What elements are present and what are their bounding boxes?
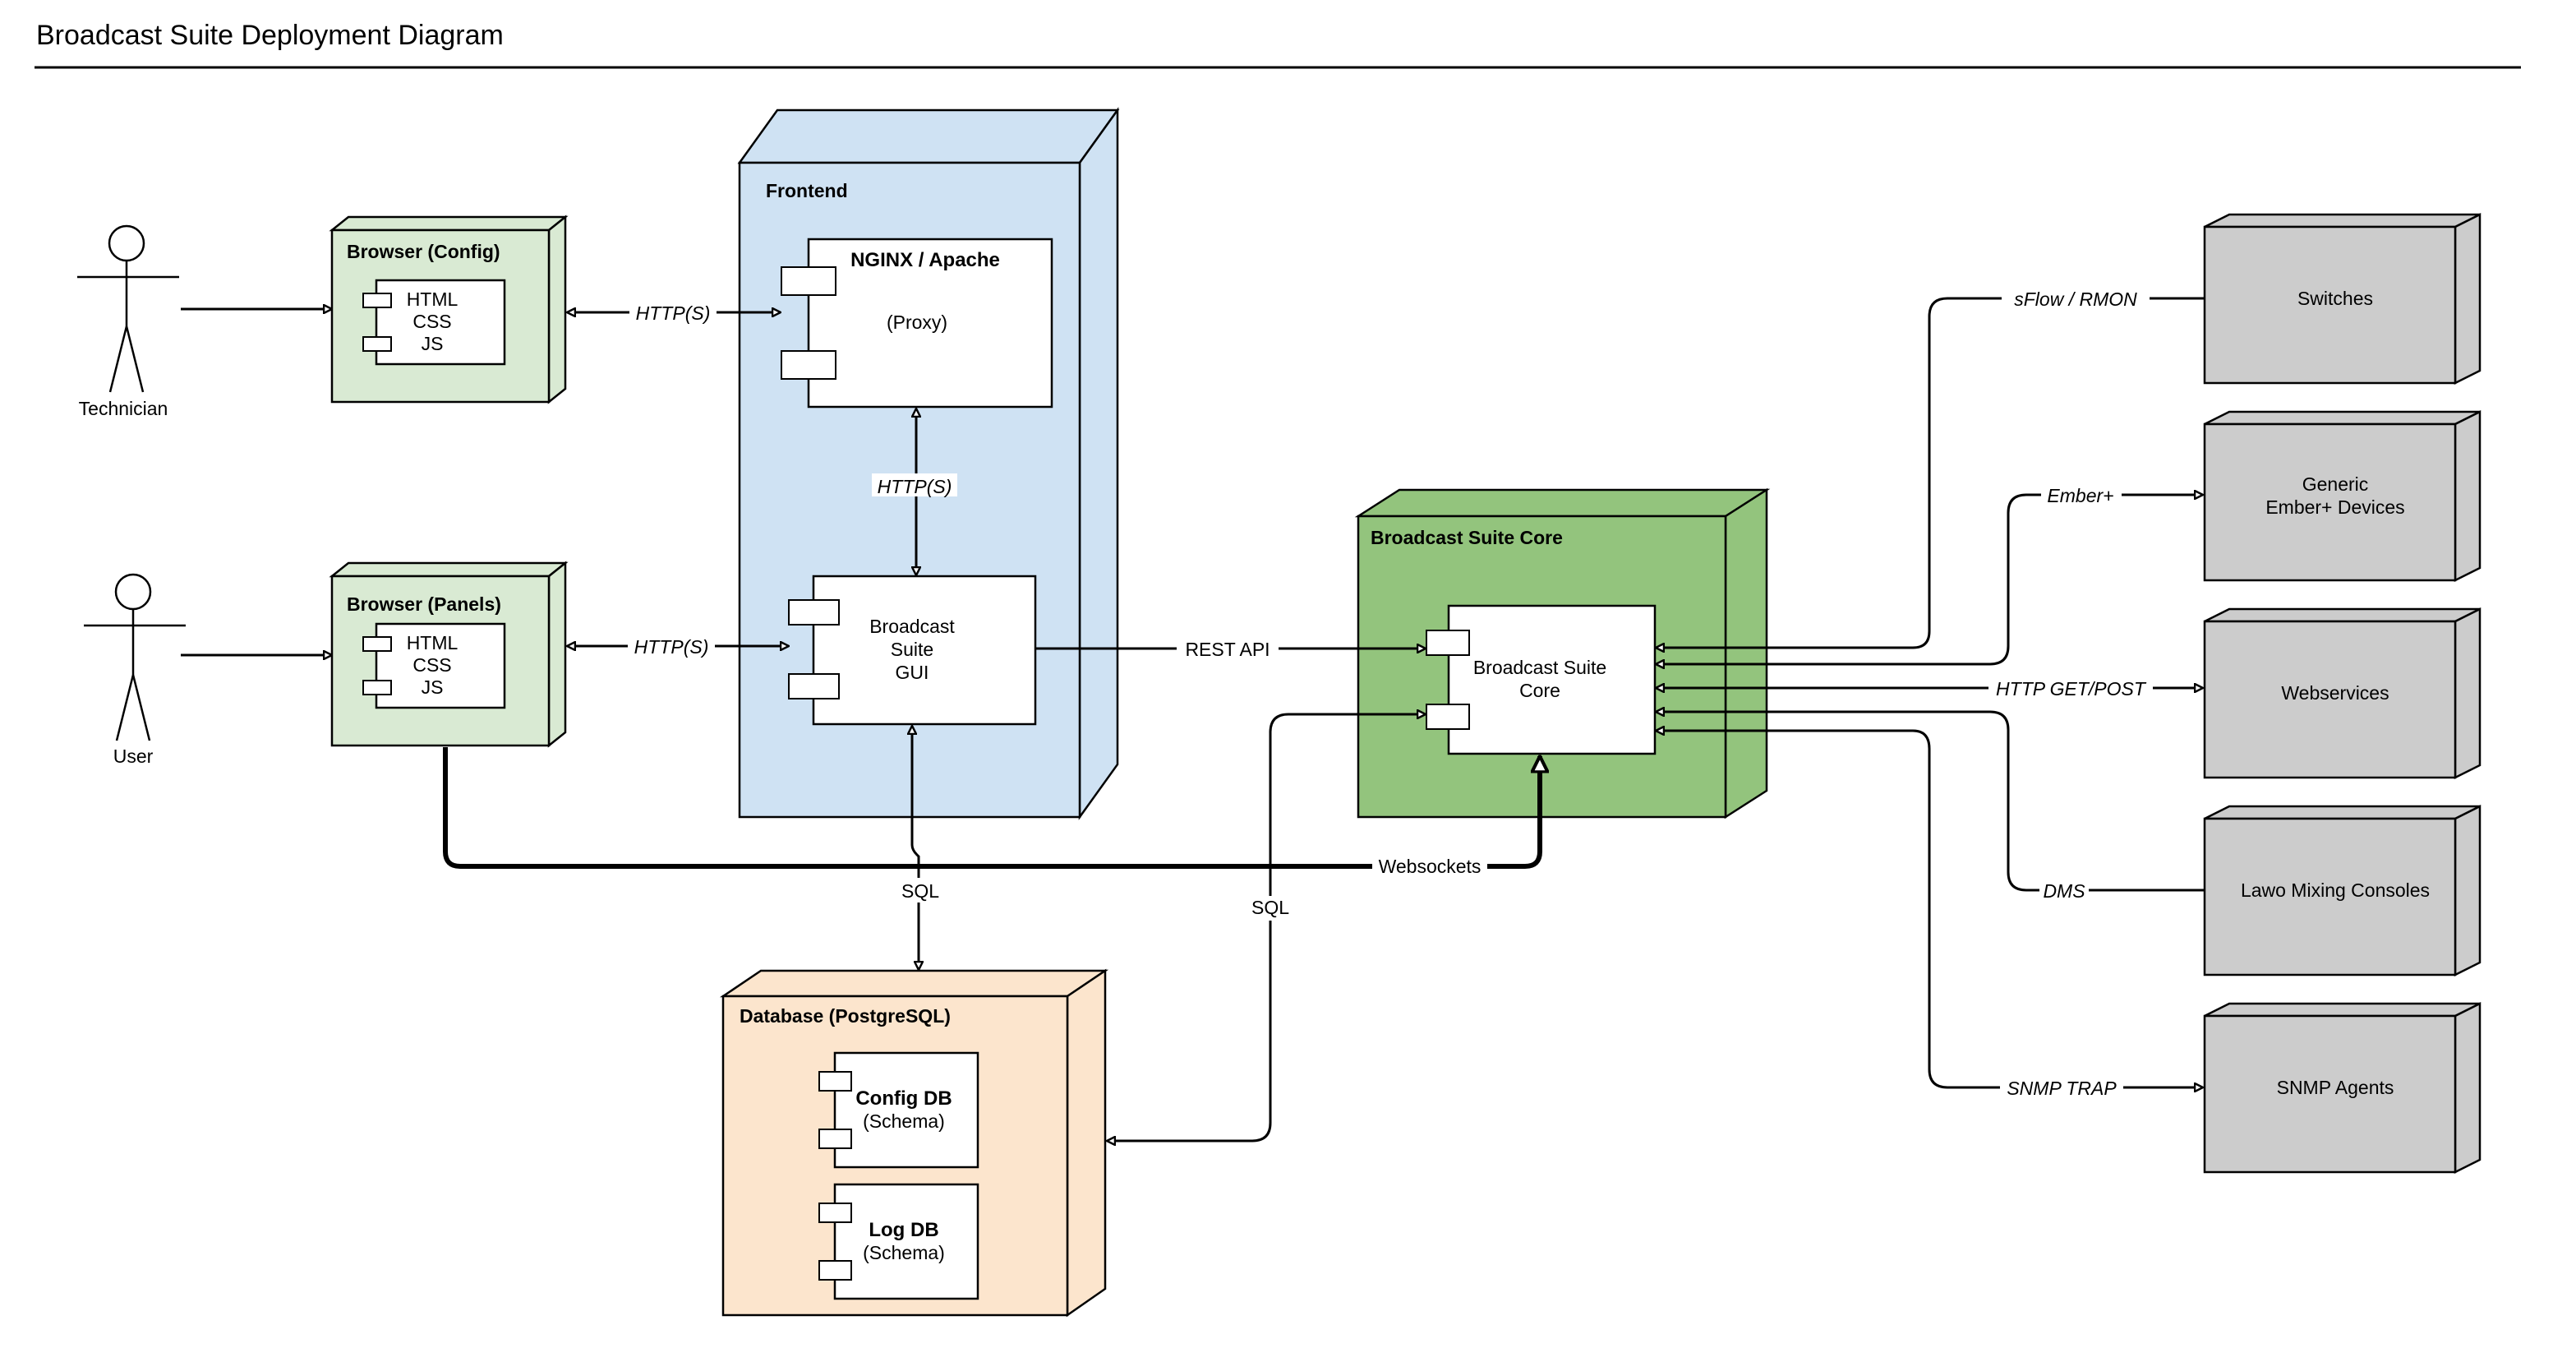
component-port-icon [1426, 704, 1470, 730]
component-subtitle: (Schema) [863, 1110, 945, 1132]
device-label: Lawo Mixing Consoles [2241, 879, 2430, 901]
node-title: Frontend [766, 180, 848, 201]
component-port-icon [818, 1203, 852, 1223]
component-port-icon [781, 266, 836, 296]
component-line: Broadcast Suite [1473, 657, 1606, 678]
component-line: JS [422, 676, 444, 698]
device-lawo[interactable]: Lawo Mixing Consoles [2203, 804, 2482, 977]
node-title: Broadcast Suite Core [1371, 527, 1563, 548]
component-line: Suite [891, 639, 933, 660]
edge-label: HTTP GET/POST [1996, 678, 2147, 699]
component-title: Config DB [855, 1087, 952, 1110]
device-ember[interactable]: Generic Ember+ Devices [2203, 409, 2482, 583]
component-log-db[interactable]: Log DB (Schema) [818, 1183, 979, 1300]
component-core[interactable]: Broadcast Suite Core [1426, 604, 1657, 755]
actor-head-icon [108, 224, 145, 262]
component-port-icon [818, 1071, 852, 1092]
component-line: JS [422, 333, 444, 354]
node-title: Browser (Panels) [347, 593, 501, 615]
node-browser-config[interactable]: Browser (Config) HTML CSS JS [329, 215, 569, 404]
edge-label: sFlow / RMON [2014, 289, 2137, 310]
component-proxy[interactable]: NGINX / Apache (Proxy) [781, 238, 1053, 409]
component-port-icon [362, 293, 392, 308]
edge-label: SNMP TRAP [2007, 1078, 2117, 1099]
component-config-db[interactable]: Config DB (Schema) [818, 1051, 979, 1169]
node-browser-panels[interactable]: Browser (Panels) HTML CSS JS [329, 561, 569, 748]
component-port-icon [818, 1129, 852, 1149]
component-subtitle: (Proxy) [887, 312, 947, 333]
node-core[interactable]: Broadcast Suite Core Broadcast Suite Cor… [1354, 487, 1771, 819]
component-port-icon [362, 336, 392, 352]
device-snmp[interactable]: SNMP Agents [2203, 1001, 2482, 1175]
component-port-icon [818, 1260, 852, 1281]
device-webservices[interactable]: Webservices [2203, 607, 2482, 780]
node-title: Browser (Config) [347, 241, 500, 262]
component-title: Log DB [869, 1219, 938, 1241]
component-port-icon [1426, 630, 1470, 656]
component-line: Broadcast [869, 616, 955, 637]
component-port-icon [788, 599, 840, 626]
actor-head-icon [114, 573, 152, 611]
device-label: Ember+ Devices [2265, 496, 2404, 518]
component-line: CSS [412, 311, 451, 332]
component-line: HTML [407, 289, 459, 310]
actor-user[interactable]: User [84, 573, 186, 767]
edge-label: Websockets [1379, 856, 1482, 877]
actor-label: Technician [79, 398, 168, 419]
actor-label: User [113, 746, 154, 767]
component-browser-config[interactable]: HTML CSS JS [362, 279, 506, 366]
edge-label: SQL [1251, 897, 1289, 918]
component-port-icon [788, 673, 840, 699]
component-port-icon [781, 350, 836, 380]
edge-label: HTTP(S) [878, 476, 952, 497]
component-browser-panels[interactable]: HTML CSS JS [362, 622, 506, 709]
edge-label: SQL [901, 880, 939, 902]
node-title: Database (PostgreSQL) [740, 1005, 951, 1027]
edge-label: REST API [1185, 639, 1270, 660]
actor-technician[interactable]: Technician [77, 224, 179, 419]
component-port-icon [362, 680, 392, 695]
component-title: NGINX / Apache [850, 249, 1000, 271]
device-switches[interactable]: Switches [2203, 212, 2482, 385]
device-label: Webservices [2281, 682, 2389, 704]
device-label: Switches [2297, 288, 2373, 309]
device-label: SNMP Agents [2277, 1077, 2394, 1098]
component-line: HTML [407, 632, 459, 653]
edge-label: Ember+ [2047, 485, 2113, 506]
component-gui[interactable]: Broadcast Suite GUI [788, 575, 1037, 726]
component-line: Core [1519, 680, 1560, 701]
page-title: Broadcast Suite Deployment Diagram [36, 20, 504, 51]
component-port-icon [362, 636, 392, 652]
deployment-diagram: Broadcast Suite Deployment Diagram Techn… [35, 20, 2521, 1318]
edge-label: DMS [2043, 880, 2085, 902]
component-subtitle: (Schema) [863, 1242, 945, 1263]
edge-label: HTTP(S) [634, 636, 709, 658]
node-database[interactable]: Database (PostgreSQL) Config DB (Schema)… [719, 968, 1109, 1318]
device-label: Generic [2302, 473, 2369, 495]
component-line: CSS [412, 654, 451, 676]
node-frontend[interactable]: Frontend NGINX / Apache (Proxy) Broadcas… [737, 107, 1120, 820]
edge-label: HTTP(S) [636, 302, 711, 324]
component-line: GUI [896, 662, 929, 683]
